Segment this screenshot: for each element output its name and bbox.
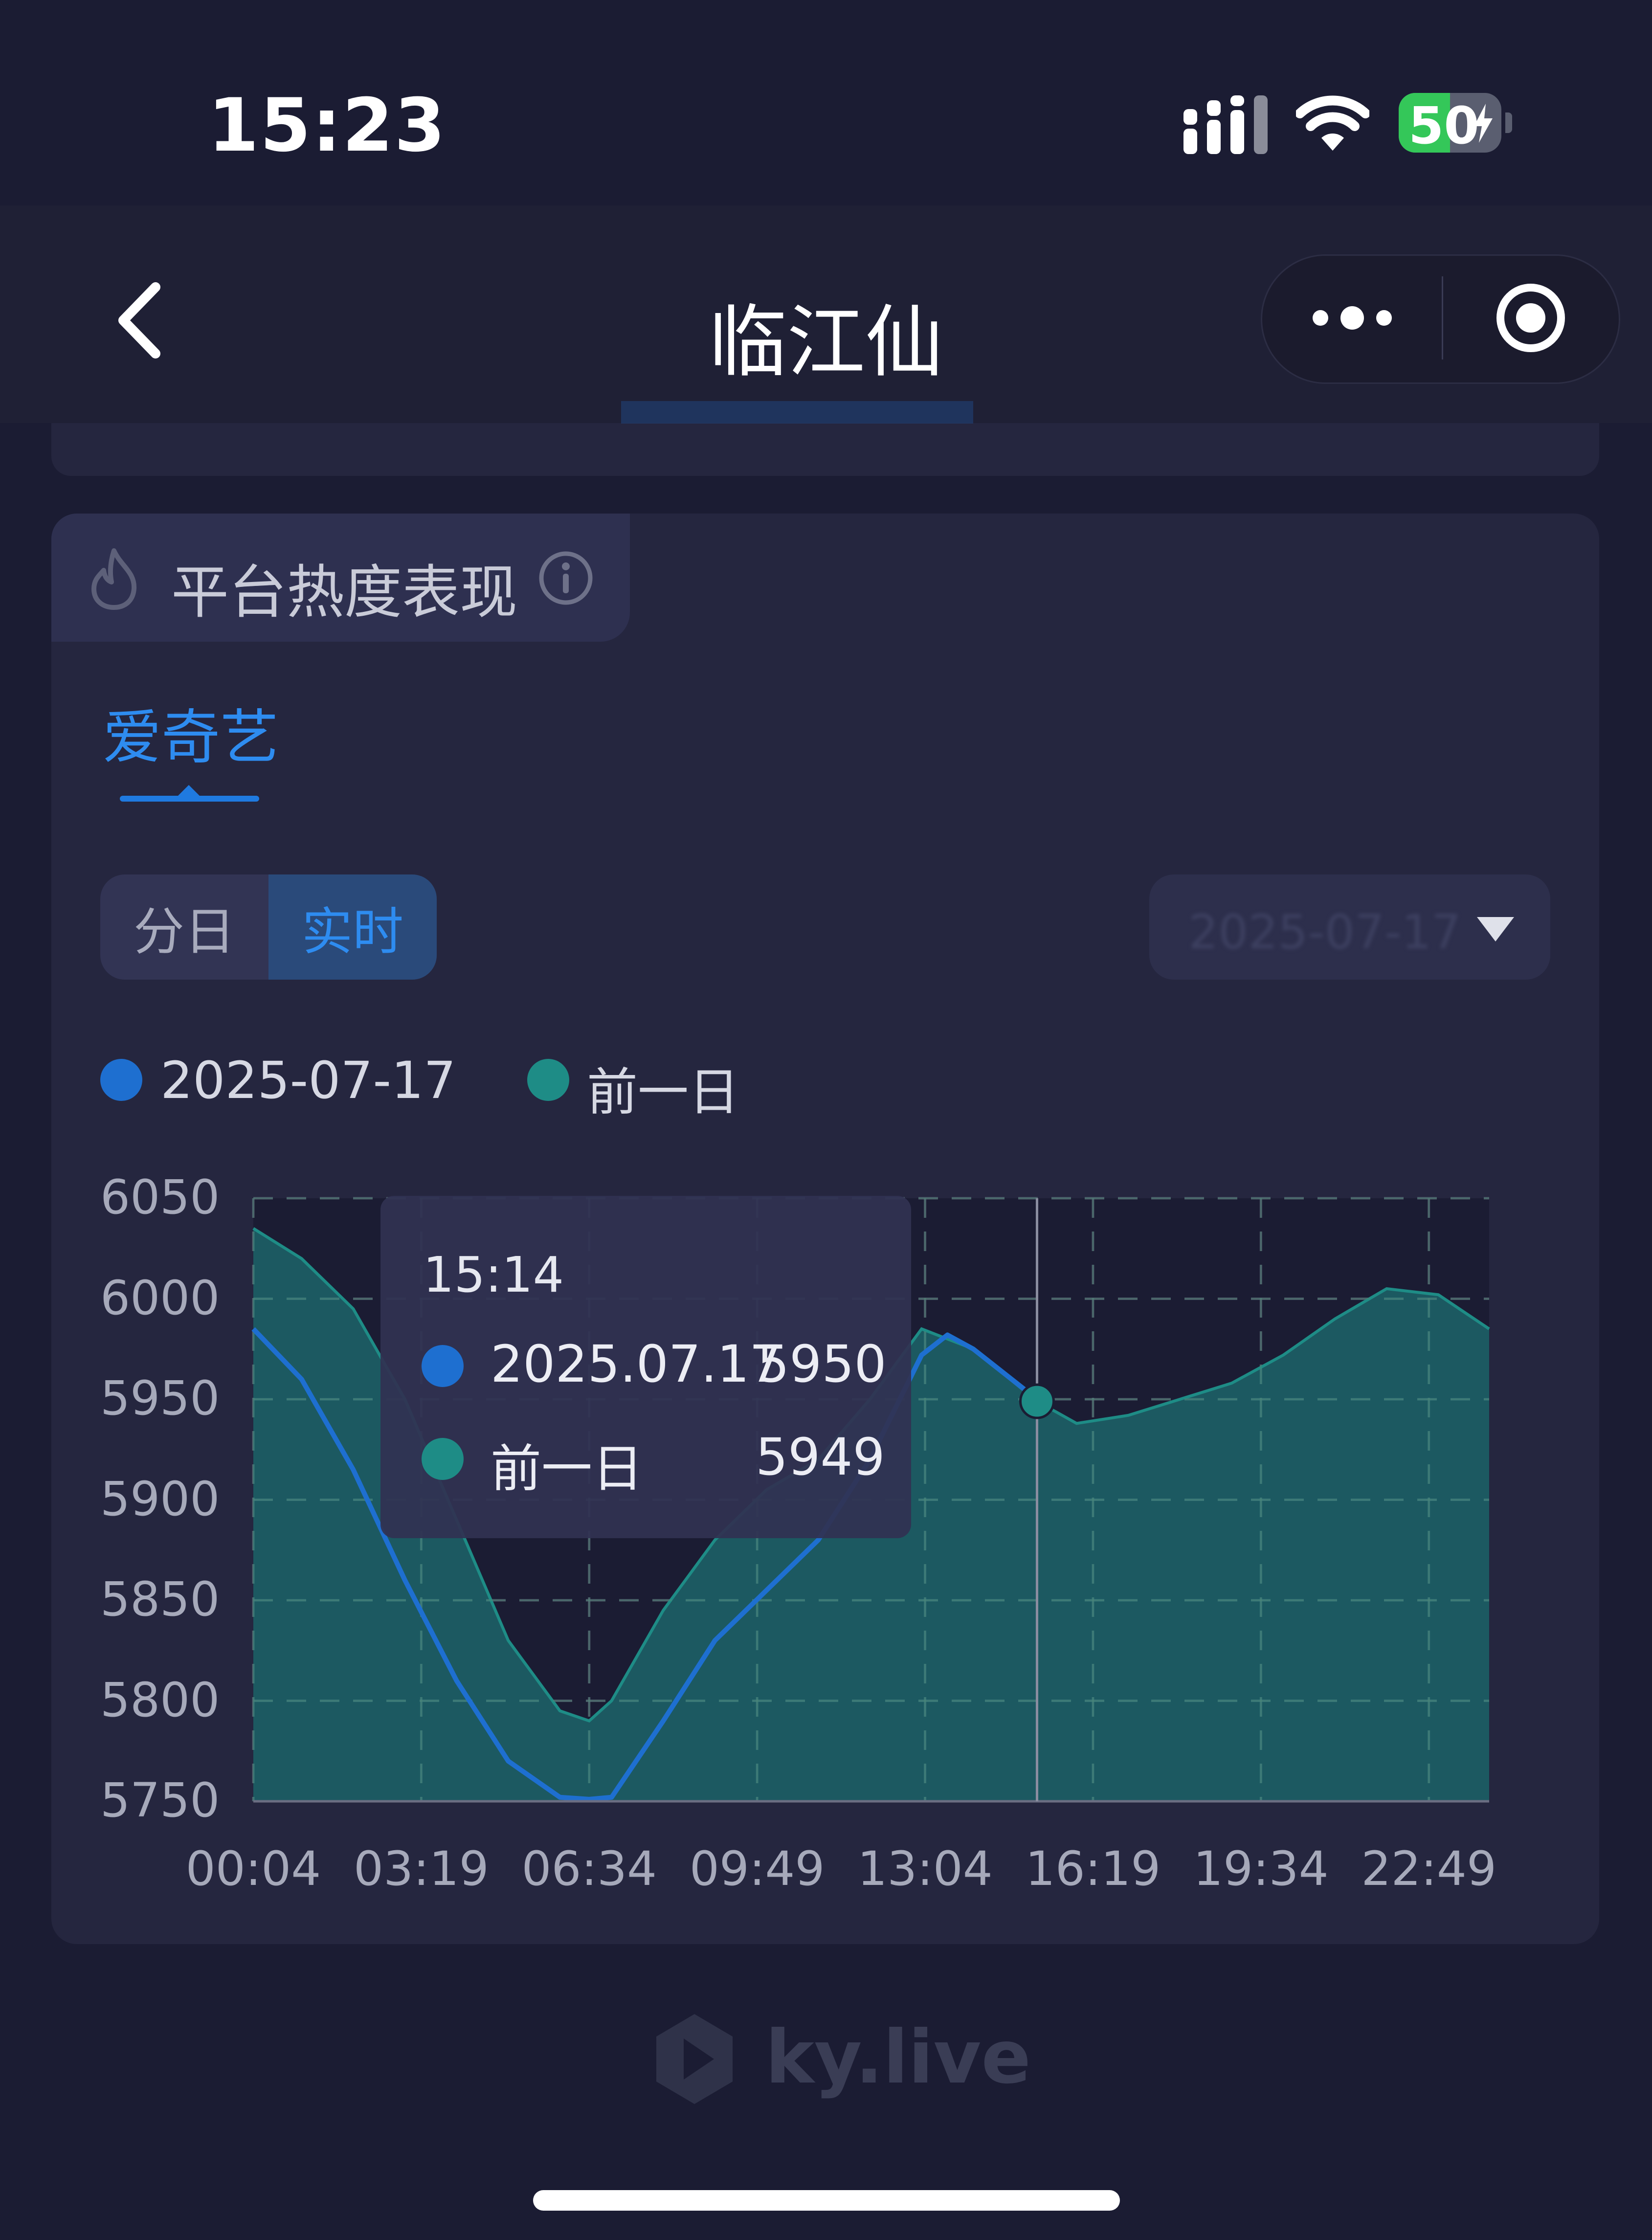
tooltip-marker-today <box>422 1345 464 1387</box>
x-tick-label: 06:34 <box>521 1841 657 1896</box>
y-tick-label: 5850 <box>100 1572 220 1627</box>
y-tick-label: 5800 <box>100 1672 220 1727</box>
tooltip-marker-previous-day <box>422 1438 464 1480</box>
watermark-text: ky.live <box>765 2015 1031 2100</box>
home-indicator <box>533 2190 1120 2211</box>
tooltip-value-previous-day: 5949 <box>756 1427 885 1487</box>
y-tick-label: 5900 <box>100 1471 220 1526</box>
x-tick-label: 09:49 <box>689 1841 825 1896</box>
y-tick-label: 6000 <box>100 1270 220 1325</box>
tooltip-label-previous-day: 前一日 <box>491 1439 644 1499</box>
y-tick-label: 6050 <box>100 1170 220 1225</box>
x-tick-label: 22:49 <box>1361 1841 1497 1896</box>
cursor-point-previous-day <box>1019 1383 1055 1419</box>
y-tick-label: 5750 <box>100 1773 220 1828</box>
x-tick-label: 19:34 <box>1193 1841 1329 1896</box>
x-tick-label: 00:04 <box>185 1841 321 1896</box>
tooltip-label-today: 2025.07.17 <box>491 1334 782 1394</box>
x-tick-label: 03:19 <box>354 1841 489 1896</box>
x-tick-label: 13:04 <box>857 1841 993 1896</box>
tooltip-time: 15:14 <box>423 1246 564 1303</box>
y-tick-label: 5950 <box>100 1371 220 1426</box>
kylive-logo-icon <box>656 2014 733 2104</box>
tooltip-value-today: 5950 <box>757 1334 887 1394</box>
x-tick-label: 16:19 <box>1025 1841 1161 1896</box>
realtime-heat-chart[interactable] <box>0 0 1652 1956</box>
